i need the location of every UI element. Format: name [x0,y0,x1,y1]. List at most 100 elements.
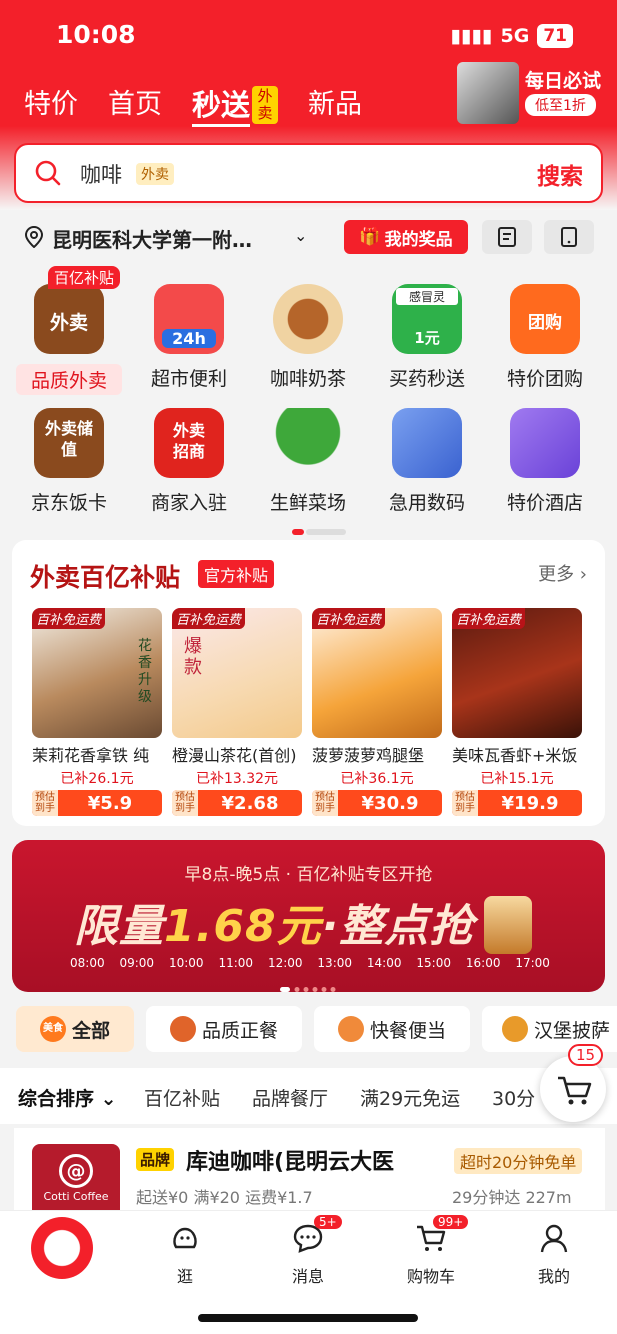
product-price: ¥5.9 [87,792,133,814]
nav-messages[interactable]: 消息 5+ [268,1215,348,1287]
category-hotel[interactable]: 特价酒店 [490,408,600,515]
category-digital[interactable]: 急用数码 [372,408,482,515]
signal-icon: ▮▮▮▮ [450,25,493,47]
promo-subtitle: 低至1折 [525,94,596,116]
category-label: 急用数码 [388,492,465,514]
category-merchant-join[interactable]: 外卖招商 商家入驻 [134,408,244,515]
product-tag: 百补免运费 [32,608,106,629]
product-card[interactable]: 百补免运费 菠萝菠萝鸡腿堡 已补36.1元 预估到手 ¥30.9 [312,608,442,816]
promo-title: 每日必试 [525,70,602,92]
category-group-buy[interactable]: 团购 特价团购 [490,284,600,391]
meal-card-icon: 外卖储值 [34,408,104,478]
category-pager [292,520,348,539]
chip-label: 汉堡披萨 [534,1019,611,1042]
nav-label: 购物车 [406,1267,455,1286]
banner-prefix: 限量 [74,901,164,952]
time-slot: 10:00 [168,956,204,970]
more-link[interactable]: 更多 › [538,560,587,586]
broccoli-icon [273,408,343,478]
hotel-building-icon [510,408,580,478]
nav-cart[interactable]: 购物车 99+ [391,1215,471,1287]
nav-label: 我的 [537,1267,570,1286]
my-prizes-label: 我的奖品 [384,229,453,250]
product-subsidy: 已补36.1元 [340,771,414,787]
merchant-icon-text: 外卖招商 [172,421,205,461]
flash-sale-banner[interactable]: 早8点-晚5点 · 百亿补贴专区开抢 限量1.68元·整点抢 08:00 09:… [12,840,605,992]
product-card[interactable]: 百补免运费 美味瓦香虾+米饭 已补15.1元 预估到手 ¥19.9 [452,608,582,816]
search-input[interactable]: 咖啡 [80,159,122,189]
store-name: 库迪咖啡(昆明云大医 [186,1150,395,1175]
sort-free-delivery[interactable]: 满29元免运 [360,1084,460,1111]
product-price: ¥2.68 [221,792,279,814]
search-button[interactable]: 搜索 [537,157,583,191]
banner-headline: 限量1.68元·整点抢 [74,890,474,954]
tab-home[interactable]: 首页 [108,82,162,127]
banner-suffix: ·整点抢 [321,901,475,952]
search-bar[interactable]: 咖啡 外卖 搜索 [14,143,603,203]
location-address[interactable]: 昆明医科大学第一附… [52,224,252,253]
takeout-bag-icon: 外卖 [34,284,104,354]
medicine-price-text: 1元 [414,329,440,347]
medicine-box-icon: 感冒灵 1元 [392,284,462,354]
sort-brand[interactable]: 品牌餐厅 [252,1084,328,1111]
time-slot: 14:00 [366,956,402,970]
category-label: 特价酒店 [506,492,583,514]
device-button[interactable] [544,220,594,254]
store-icon: 24h [154,284,224,354]
nav-browse[interactable]: 逛 [145,1221,225,1287]
time-slot: 17:00 [515,956,550,970]
takeout-icon-text: 外卖 [49,312,88,334]
category-label: 京东饭卡 [30,492,107,514]
tab-special[interactable]: 特价 [24,82,78,127]
shopping-bag-icon: 外卖招商 [154,408,224,478]
chip-label: 快餐便当 [369,1019,446,1042]
product-price-bar: 预估到手 ¥5.9 [32,790,162,816]
time-slot: 16:00 [465,956,501,970]
tab-new[interactable]: 新品 [308,82,362,127]
category-label: 特价团购 [506,368,583,390]
product-tag: 百补免运费 [312,608,386,629]
phone-icon [392,408,462,478]
order-list-button[interactable] [482,220,532,254]
browse-icon [173,1227,197,1249]
category-medicine[interactable]: 感冒灵 1元 买药秒送 [372,284,482,391]
sort-30min[interactable]: 30分 [492,1084,535,1111]
category-supermarket[interactable]: 24h 超市便利 [134,284,244,391]
product-card[interactable]: 百补免运费 爆款 橙漫山茶花(首创) 已补13.32元 预估到手 ¥2.68 [172,608,302,816]
estimate-label: 预估到手 [32,790,58,816]
chip-all[interactable]: 美食 全部 [16,1006,134,1052]
tab-flash-delivery[interactable]: 秒送 外卖 [192,82,279,127]
group-buy-icon-text: 团购 [528,313,562,333]
coffee-cup-icon [273,284,343,354]
chevron-down-icon[interactable]: ⌄ [294,226,307,245]
gift-icon: 🎁 [359,227,381,247]
sort-subsidy[interactable]: 百亿补贴 [144,1084,220,1111]
network-label: 5G [500,25,530,47]
nav-home[interactable] [22,1217,102,1279]
subsidy-section: 外卖百亿补贴 官方补贴 更多 › 百补免运费 花香升级 茉莉花香拿铁 纯 已补2… [12,540,605,826]
chip-fast-food[interactable]: 快餐便当 [314,1006,470,1052]
category-fresh-market[interactable]: 生鲜菜场 [253,408,363,515]
store-delivery-fee: 起送¥0 满¥20 运费¥1.7 [136,1188,313,1207]
drink-cup-icon [484,896,532,954]
store-icon-text: 24h [162,329,216,348]
top-tabs: 特价 首页 秒送 外卖 新品 [24,82,362,127]
category-coffee-tea[interactable]: 咖啡奶茶 [253,284,363,391]
category-quality-takeout[interactable]: 外卖 品质外卖 [14,284,124,395]
daily-promo[interactable]: 每日必试 低至1折 [457,62,607,124]
product-image: 百补免运费 [312,608,442,738]
sort-default[interactable]: 综合排序 ⌄ [18,1084,117,1111]
tablet-icon [561,227,577,247]
product-tag: 百补免运费 [452,608,526,629]
category-jd-meal-card[interactable]: 外卖储值 京东饭卡 [14,408,124,515]
nav-profile[interactable]: 我的 [514,1221,594,1287]
category-label: 超市便利 [150,368,227,390]
food-icon: 美食 [39,1016,66,1042]
jd-mascot-icon [31,1217,93,1279]
chip-quality-meal[interactable]: 品质正餐 [146,1006,302,1052]
product-card[interactable]: 百补免运费 花香升级 茉莉花香拿铁 纯 已补26.1元 预估到手 ¥5.9 [32,608,162,816]
nav-label: 逛 [176,1267,193,1286]
my-prizes-button[interactable]: 🎁 我的奖品 [344,220,468,254]
floating-cart-button[interactable] [540,1056,606,1122]
product-subsidy: 已补15.1元 [480,771,554,787]
